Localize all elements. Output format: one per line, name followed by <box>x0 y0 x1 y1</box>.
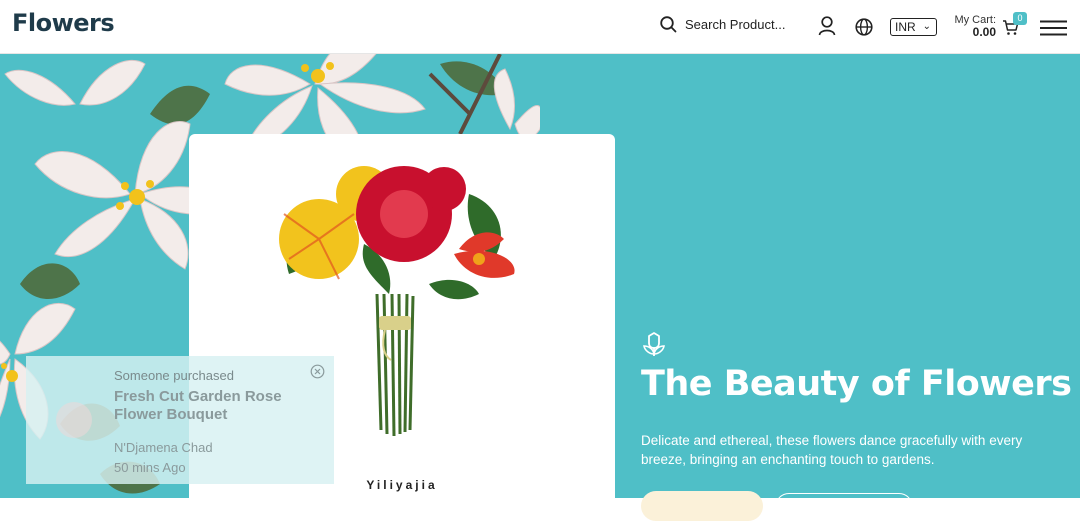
recent-purchase-popup[interactable]: Someone purchased Fresh Cut Garden Rose … <box>26 356 334 484</box>
currency-value: INR <box>895 20 916 34</box>
hero-secondary-button[interactable] <box>775 493 913 521</box>
purchase-time: 50 mins Ago <box>114 460 186 475</box>
hero-description: Delicate and ethereal, these flowers dan… <box>641 433 1023 467</box>
search-icon <box>660 16 677 33</box>
purchase-product-name[interactable]: Fresh Cut Garden Rose Flower Bouquet <box>114 388 314 424</box>
globe-icon[interactable] <box>855 18 873 36</box>
hamburger-menu-icon[interactable] <box>1040 20 1067 36</box>
user-icon[interactable] <box>818 16 836 36</box>
chevron-down-icon: ⌄ <box>922 21 931 32</box>
currency-select[interactable]: INR ⌄ <box>890 18 937 36</box>
flower-leaf-icon <box>643 332 665 356</box>
search-input[interactable]: Search Product... <box>685 17 785 32</box>
close-circle-icon[interactable] <box>310 364 325 379</box>
cart-count-badge: 0 <box>1013 12 1027 25</box>
cart-summary[interactable]: My Cart: 0.00 <box>954 14 996 38</box>
hero-title: The Beauty of Flowers <box>641 364 1072 404</box>
search-bar[interactable]: Search Product... <box>660 16 785 33</box>
site-logo[interactable]: Flowers <box>12 9 115 37</box>
purchase-label: Someone purchased <box>114 368 234 383</box>
site-header: Flowers Search Product... INR ⌄ My Cart:… <box>0 0 1080 54</box>
purchase-thumbnail <box>56 402 92 438</box>
cart-amount: 0.00 <box>972 25 996 39</box>
purchase-location: N'Djamena Chad <box>114 440 213 455</box>
hero-primary-button[interactable] <box>641 491 763 521</box>
